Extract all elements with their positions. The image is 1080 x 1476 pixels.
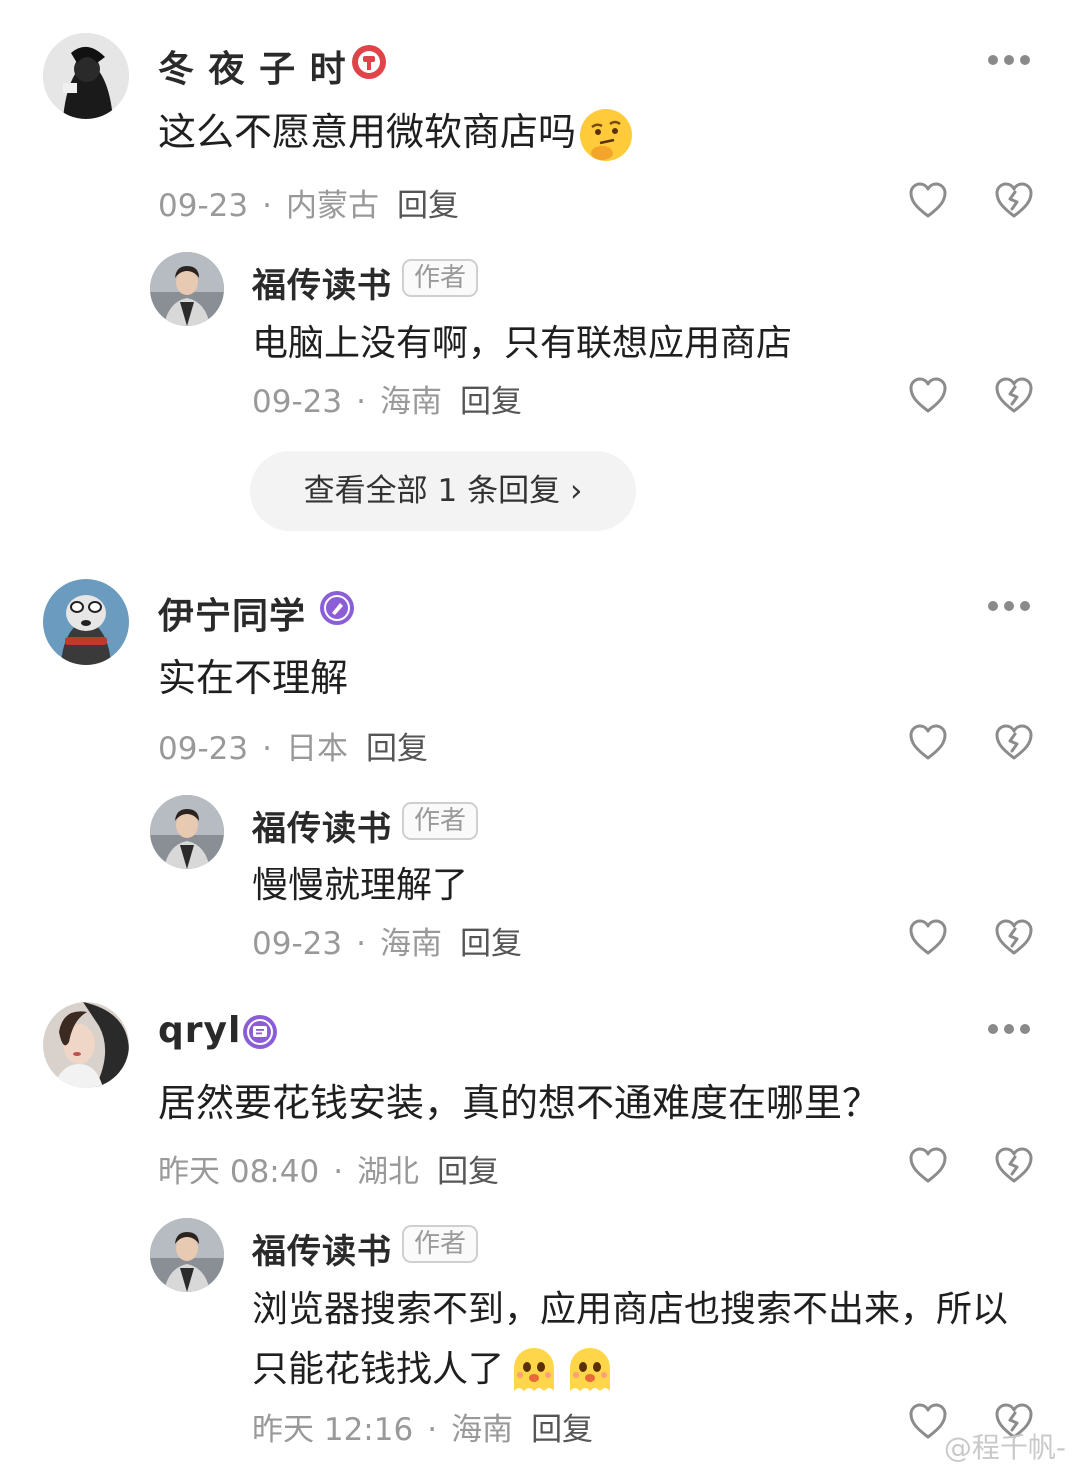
comment-text: 实在不理解: [158, 656, 349, 700]
reply-button[interactable]: 回复: [531, 1412, 593, 1448]
reply-location: 海南: [451, 1412, 514, 1448]
avatar[interactable]: [43, 579, 129, 665]
dislike-broken-heart-icon[interactable]: [994, 376, 1034, 414]
reply-date: 09-23: [252, 384, 343, 420]
comment-location: 内蒙古: [285, 188, 379, 224]
like-heart-icon[interactable]: [908, 723, 948, 761]
author-name[interactable]: 福传读书: [252, 258, 392, 307]
dislike-broken-heart-icon[interactable]: [994, 181, 1034, 219]
like-heart-icon[interactable]: [908, 918, 948, 956]
like-heart-icon[interactable]: [908, 181, 948, 219]
thinking-emoji-icon: [578, 107, 634, 163]
more-options-icon[interactable]: [988, 601, 1032, 613]
reply-meta: 昨天 12:16 · 海南 回复: [252, 1412, 594, 1448]
author-tag: 作者: [402, 802, 479, 840]
commenter-name[interactable]: 冬 夜 子 时: [158, 40, 347, 92]
comment-date: 09-23: [158, 731, 249, 767]
author-name[interactable]: 福传读书: [252, 801, 392, 850]
purple-pen-badge-icon: [320, 591, 354, 625]
more-options-icon[interactable]: [988, 1024, 1032, 1036]
comment-date: 09-23: [158, 188, 249, 224]
red-badge-icon: [352, 45, 386, 79]
author-avatar[interactable]: [150, 1218, 224, 1292]
like-heart-icon[interactable]: [908, 1146, 948, 1184]
comment-location: 湖北: [357, 1154, 420, 1190]
reply-text: 电脑上没有啊，只有联想应用商店: [252, 323, 793, 364]
dislike-broken-heart-icon[interactable]: [994, 723, 1034, 761]
like-heart-icon[interactable]: [908, 1402, 948, 1440]
reply-button[interactable]: 回复: [460, 926, 522, 962]
dislike-broken-heart-icon[interactable]: [994, 918, 1034, 956]
reply-location: 海南: [379, 384, 442, 420]
ghost-emoji-icon: [506, 1343, 562, 1399]
purple-chat-badge-icon: [243, 1015, 277, 1049]
reply-date: 昨天 12:16: [252, 1412, 414, 1448]
comment-meta: 09-23 · 日本 回复: [158, 731, 428, 767]
commenter-name[interactable]: 伊宁同学: [158, 587, 306, 639]
view-all-replies-button[interactable]: 查看全部 1 条回复 ›: [250, 451, 636, 531]
author-name[interactable]: 福传读书: [252, 1224, 392, 1273]
comment-text: 这么不愿意用微软商店吗: [158, 102, 634, 163]
reply-location: 海南: [379, 926, 442, 962]
avatar[interactable]: [43, 1002, 129, 1088]
avatar[interactable]: [43, 33, 129, 119]
commenter-name[interactable]: qryl: [158, 1010, 241, 1051]
comment-text: 居然要花钱安装，真的想不通难度在哪里？: [158, 1081, 881, 1125]
reply-meta: 09-23 · 海南 回复: [252, 926, 522, 962]
weibo-watermark: @程千帆-: [943, 1431, 1066, 1464]
comment-date: 昨天 08:40: [158, 1154, 320, 1190]
reply-meta: 09-23 · 海南 回复: [252, 384, 522, 420]
author-tag: 作者: [402, 259, 479, 297]
author-avatar[interactable]: [150, 795, 224, 869]
author-tag: 作者: [402, 1225, 479, 1263]
comment-meta: 昨天 08:40 · 湖北 回复: [158, 1154, 500, 1190]
reply-text-line-1: 浏览器搜索不到，应用商店也搜索不出来，所以: [252, 1289, 1009, 1330]
reply-button[interactable]: 回复: [397, 188, 459, 224]
reply-text-line-2: 只能花钱找人了: [252, 1340, 618, 1400]
like-heart-icon[interactable]: [908, 376, 948, 414]
reply-button[interactable]: 回复: [437, 1154, 499, 1190]
reply-date: 09-23: [252, 926, 343, 962]
author-avatar[interactable]: [150, 252, 224, 326]
more-options-icon[interactable]: [988, 55, 1032, 67]
comment-meta: 09-23 · 内蒙古 回复: [158, 188, 459, 224]
comment-location: 日本: [285, 731, 348, 767]
reply-button[interactable]: 回复: [460, 384, 522, 420]
dislike-broken-heart-icon[interactable]: [994, 1146, 1034, 1184]
reply-text: 慢慢就理解了: [252, 865, 469, 906]
reply-button[interactable]: 回复: [366, 731, 428, 767]
ghost-emoji-icon: [562, 1343, 618, 1399]
